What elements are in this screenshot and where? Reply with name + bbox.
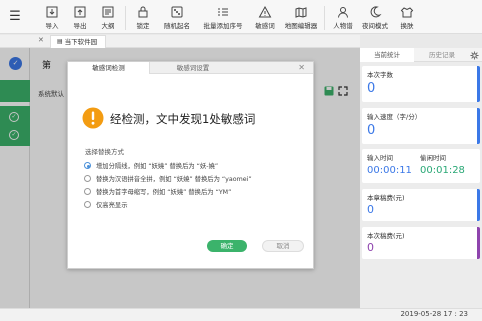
cancel-button[interactable]: 取消	[262, 240, 304, 252]
session-income-card: 本次稿费(元) 0	[362, 227, 480, 259]
option-highlight-only[interactable]: 仅高亮显示	[84, 200, 127, 209]
card-accent	[477, 66, 480, 102]
detection-message: 经检测，文中发现1处敏感词	[110, 112, 256, 126]
toolbar-label: 地图编辑器	[284, 22, 318, 30]
document-tabbar: ✕ ▤ 当下软件园	[0, 35, 360, 48]
card-accent	[477, 227, 480, 259]
toolbar-items: 导入 导出 大纲 锁定 随机起名 批量添加序号 敏感词 地图编辑器 人物谱 夜间…	[38, 3, 422, 33]
toolbar-label: 导出	[73, 22, 87, 30]
input-time-value: 00:00:11	[367, 165, 412, 176]
chapter-income-value: 0	[367, 203, 374, 216]
radio-selected[interactable]	[84, 162, 91, 169]
batch-number-icon	[218, 8, 228, 16]
toolbar-divider	[125, 6, 126, 30]
toolbar-divider	[324, 6, 325, 30]
tab-current-document[interactable]: ▤ 当下软件园	[50, 35, 107, 48]
option-label: 替换为首字母缩写，例如 “妖嬈” 替换后为 “YM”	[96, 189, 232, 196]
session-income-value: 0	[367, 241, 374, 254]
toolbar-sensitive-word-button[interactable]: 敏感词	[249, 3, 281, 33]
toolbar: ☰ 导入 导出 大纲 锁定 随机起名 批量添加序号 敏感词 地图编辑器 人物谱 …	[0, 0, 482, 34]
input-speed-label: 输入速度（字/分）	[367, 113, 422, 121]
tab-label: 当下软件园	[64, 38, 98, 46]
option-initials[interactable]: 替换为首字母缩写，例如 “妖嬈” 替换后为 “YM”	[84, 187, 231, 196]
card-accent	[477, 108, 480, 144]
tab-sensitive-settings[interactable]: 敏感词设置	[152, 62, 234, 74]
outline-icon	[102, 6, 114, 18]
toolbar-label: 锁定	[136, 22, 150, 30]
word-count-label: 本次字数	[367, 71, 393, 79]
status-bar: 2019-05-28 17 : 23	[0, 308, 482, 321]
toolbar-map-editor-button[interactable]: 地图编辑器	[281, 3, 321, 33]
import-icon	[46, 6, 58, 18]
time-card: 输入时间 偷闲时间 00:00:11 00:01:28	[362, 149, 480, 183]
map-editor-icon	[295, 7, 307, 18]
character-icon	[338, 7, 348, 18]
toolbar-label: 人物谱	[333, 22, 353, 30]
dialog-tabbar: 敏感词检测 敏感词设置 ✕	[68, 62, 313, 74]
toolbar-batch-number-button[interactable]: 批量添加序号	[197, 3, 249, 33]
tab-current-stats[interactable]: 当前统计	[360, 48, 414, 62]
toolbar-lock-button[interactable]: 锁定	[129, 3, 157, 33]
toolbar-label: 换肤	[400, 22, 414, 30]
warning-icon	[82, 107, 104, 129]
card-accent	[477, 189, 480, 221]
skin-icon	[400, 7, 414, 18]
random-name-icon	[171, 6, 183, 18]
word-count-card: 本次字数 0	[362, 66, 480, 102]
word-count-value: 0	[367, 81, 376, 96]
toolbar-label: 批量添加序号	[203, 22, 243, 30]
toolbar-label: 导入	[45, 22, 59, 30]
option-label: 替换为汉语拼音全拼，例如 “妖嬈” 替换后为 “yaomei”	[96, 176, 252, 183]
tab-sensitive-detect[interactable]: 敏感词检测	[68, 62, 150, 74]
chapter-income-label: 本章稿费(元)	[367, 194, 405, 202]
input-speed-card: 输入速度（字/分） 0	[362, 108, 480, 144]
statistics-panel: 当前统计 历史记录 本次字数 0 输入速度（字/分） 0 输入时间 偷闲时间 0…	[360, 48, 482, 308]
sensitive-word-dialog: 敏感词检测 敏感词设置 ✕ 经检测，文中发现1处敏感词 选择替换方式 增加分隔线…	[67, 61, 314, 269]
session-income-label: 本次稿费(元)	[367, 232, 405, 240]
tab-history[interactable]: 历史记录	[416, 48, 468, 62]
toolbar-night-mode-button[interactable]: 夜间模式	[358, 3, 392, 33]
toolbar-label: 随机起名	[164, 22, 190, 30]
chapter-income-card: 本章稿费(元) 0	[362, 189, 480, 221]
night-mode-icon	[370, 6, 382, 18]
export-icon	[74, 6, 86, 18]
toolbar-import-button[interactable]: 导入	[38, 3, 66, 33]
radio-unselected[interactable]	[84, 188, 91, 195]
toolbar-character-button[interactable]: 人物谱	[328, 3, 358, 33]
toolbar-random-name-button[interactable]: 随机起名	[157, 3, 197, 33]
idle-time-value: 00:01:28	[420, 165, 465, 176]
option-label: 增加分隔线，例如 “妖嬈” 替换后为 “妖-嬈”	[96, 163, 219, 170]
close-tab-icon[interactable]: ✕	[38, 36, 44, 44]
hamburger-menu-icon[interactable]: ☰	[6, 8, 24, 26]
toolbar-skin-button[interactable]: 换肤	[392, 3, 422, 33]
dialog-close-icon[interactable]: ✕	[298, 63, 305, 72]
input-time-label: 输入时间	[367, 154, 393, 162]
stats-tabbar: 当前统计 历史记录	[360, 48, 482, 62]
radio-unselected[interactable]	[84, 201, 91, 208]
toolbar-label: 敏感词	[255, 22, 275, 30]
status-datetime: 2019-05-28 17 : 23	[400, 310, 468, 318]
ok-button[interactable]: 确定	[207, 240, 247, 252]
input-speed-value: 0	[367, 123, 376, 138]
idle-time-label: 偷闲时间	[420, 154, 446, 162]
option-label: 仅高亮显示	[96, 202, 128, 209]
toolbar-outline-button[interactable]: 大纲	[94, 3, 122, 33]
option-add-separator[interactable]: 增加分隔线，例如 “妖嬈” 替换后为 “妖-嬈”	[84, 161, 218, 170]
sensitive-word-icon	[258, 5, 272, 18]
replace-method-label: 选择替换方式	[85, 148, 124, 156]
toolbar-label: 大纲	[101, 22, 115, 30]
radio-unselected[interactable]	[84, 175, 91, 182]
toolbar-export-button[interactable]: 导出	[66, 3, 94, 33]
option-pinyin[interactable]: 替换为汉语拼音全拼，例如 “妖嬈” 替换后为 “yaomei”	[84, 174, 252, 183]
gear-icon[interactable]	[470, 51, 479, 60]
toolbar-label: 夜间模式	[362, 22, 388, 30]
book-icon: ▤	[57, 38, 63, 45]
lock-icon	[138, 6, 148, 18]
